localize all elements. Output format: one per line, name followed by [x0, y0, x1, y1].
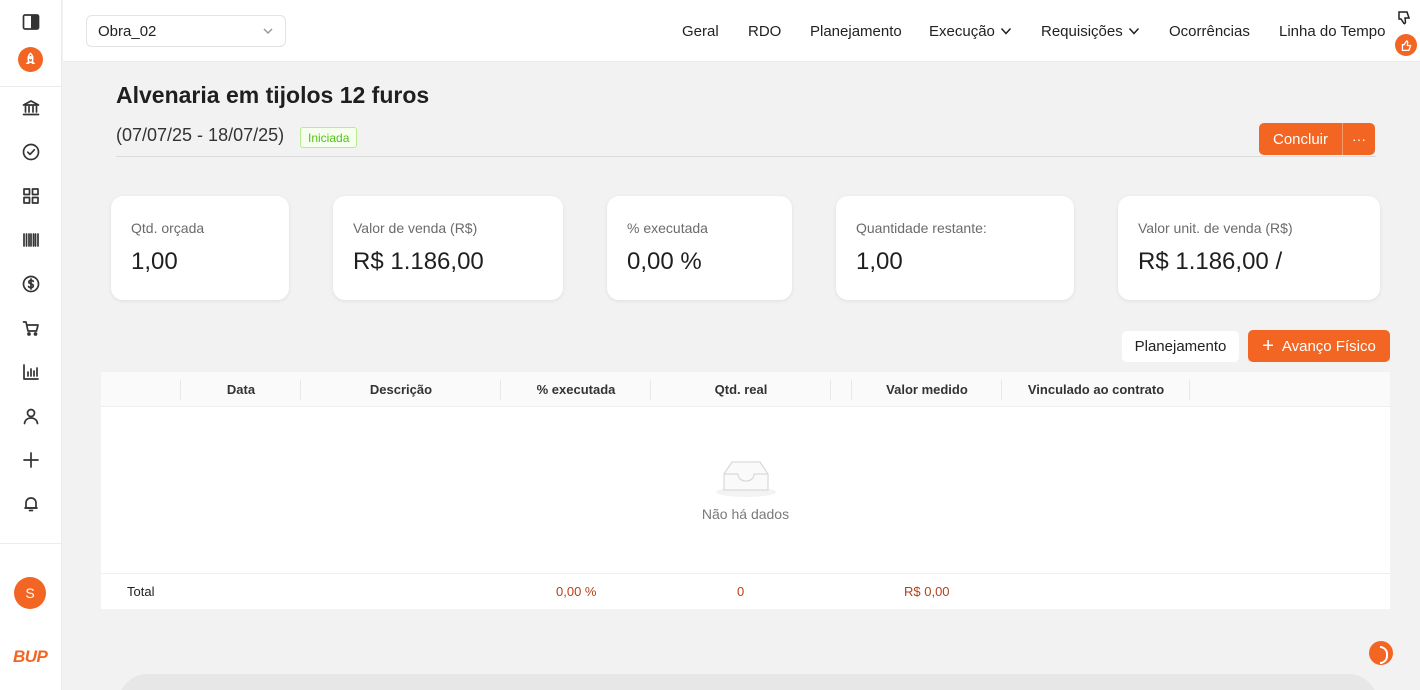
stat-card-executada: % executada 0,00 %: [607, 196, 792, 300]
chevron-down-icon: [1000, 27, 1011, 35]
total-executada: 0,00 %: [556, 584, 597, 599]
header-divider: [116, 156, 1376, 157]
nav-planejamento[interactable]: Planejamento: [810, 0, 902, 62]
stat-label: Valor unit. de venda (R$): [1138, 220, 1293, 236]
chevron-down-icon: [263, 28, 273, 35]
stat-value: 0,00 %: [627, 248, 702, 275]
stat-card-valor-venda: Valor de venda (R$) R$ 1.186,00: [333, 196, 563, 300]
total-valor-medido: R$ 0,00: [904, 584, 950, 599]
planejamento-button[interactable]: Planejamento: [1122, 331, 1239, 362]
grid-icon[interactable]: [18, 183, 44, 209]
column-header-descricao[interactable]: Descrição: [301, 372, 501, 407]
stat-value: R$ 1.186,00: [353, 248, 484, 275]
stat-card-qtd-orcada: Qtd. orçada 1,00: [111, 196, 289, 300]
stat-label: % executada: [627, 220, 708, 236]
nav-requisicoes-label: Requisições: [1041, 22, 1123, 40]
nav-geral[interactable]: Geral: [682, 0, 719, 62]
rocket-icon[interactable]: [18, 47, 43, 72]
bar-chart-icon[interactable]: [18, 359, 44, 385]
nav-planejamento-label: Planejamento: [810, 22, 902, 40]
nav-rdo[interactable]: RDO: [748, 0, 781, 62]
nav-linha-tempo[interactable]: Linha do Tempo: [1279, 0, 1385, 62]
conclude-button[interactable]: Concluir: [1259, 123, 1343, 155]
date-range: (07/07/25 - 18/07/25): [116, 125, 285, 145]
stat-card-restante: Quantidade restante: 1,00: [836, 196, 1074, 300]
user-icon[interactable]: [18, 403, 44, 429]
stat-value: 1,00: [131, 248, 178, 275]
more-options-button[interactable]: ···: [1343, 123, 1375, 155]
nav-execucao[interactable]: Execução: [929, 0, 1012, 62]
stat-value: R$ 1.186,00 /: [1138, 248, 1283, 275]
thumbs-up-icon[interactable]: [1395, 34, 1417, 56]
nav-execucao-item: Execução: [929, 23, 1012, 40]
nav-requisicoes[interactable]: Requisições: [1041, 0, 1140, 62]
nav-ocorrencias[interactable]: Ocorrências: [1169, 0, 1250, 62]
bank-icon[interactable]: [18, 95, 44, 121]
conclude-button-group: Concluir ···: [1259, 123, 1375, 155]
stat-label: Quantidade restante:: [856, 220, 987, 236]
plus-icon[interactable]: [18, 447, 44, 473]
nav-rdo-label: RDO: [748, 22, 782, 40]
thumbs-down-icon[interactable]: [1396, 10, 1414, 28]
nav-linha-tempo-label: Linha do Tempo: [1279, 22, 1386, 40]
stat-label: Valor de venda (R$): [353, 220, 478, 236]
execution-table: Data Descrição % executada Qtd. real Val…: [101, 372, 1390, 609]
column-header-vinculado[interactable]: Vinculado ao contrato: [1002, 372, 1190, 407]
stat-card-valor-unit: Valor unit. de venda (R$) R$ 1.186,00 /: [1118, 196, 1380, 300]
column-divider: [830, 380, 831, 400]
bell-icon[interactable]: [18, 491, 44, 517]
chat-widget-icon[interactable]: [1369, 641, 1393, 665]
total-label: Total: [127, 584, 155, 599]
page-title: Alvenaria em tijolos 12 furos: [116, 82, 430, 108]
nav-ocorrencias-label: Ocorrências: [1169, 22, 1250, 40]
column-header-qtd-real[interactable]: Qtd. real: [651, 372, 831, 407]
check-circle-icon[interactable]: [18, 139, 44, 165]
project-select-value: Obra_02: [98, 22, 157, 40]
empty-state-text: Não há dados: [701, 506, 790, 522]
cart-icon[interactable]: [18, 315, 44, 341]
stat-label: Qtd. orçada: [131, 220, 205, 236]
sidebar-divider: [0, 86, 62, 87]
total-qtd-real: 0: [737, 584, 745, 599]
table-footer-divider: [101, 573, 1390, 574]
chevron-down-icon: [1128, 27, 1139, 35]
dollar-icon[interactable]: [18, 271, 44, 297]
panel-toggle-icon[interactable]: [18, 9, 44, 35]
nav-geral-label: Geral: [682, 22, 719, 40]
bottom-panel-edge: [118, 674, 1378, 690]
column-header-data[interactable]: Data: [181, 372, 301, 407]
column-header-executada[interactable]: % executada: [501, 372, 651, 407]
nav-requisicoes-item: Requisições: [1041, 23, 1140, 40]
project-select[interactable]: Obra_02: [86, 15, 286, 47]
column-header-valor-medido[interactable]: Valor medido: [852, 372, 1002, 407]
status-badge: Iniciada: [300, 127, 358, 148]
sidebar-divider: [0, 543, 62, 544]
avatar[interactable]: S: [14, 577, 46, 609]
barcode-icon[interactable]: [18, 227, 44, 253]
nav-execucao-label: Execução: [929, 22, 995, 40]
table-header: Data Descrição % executada Qtd. real Val…: [101, 372, 1390, 407]
avanco-fisico-label: Avanço Físico: [1281, 337, 1376, 355]
column-divider: [1189, 380, 1190, 400]
avanco-fisico-button[interactable]: + Avanço Físico: [1248, 330, 1390, 362]
sidebar: S BUP: [0, 0, 62, 690]
stat-value: 1,00: [856, 248, 903, 275]
empty-inbox-icon: [716, 461, 776, 497]
brand-logo: BUP: [13, 647, 48, 666]
plus-icon: +: [1262, 335, 1274, 357]
